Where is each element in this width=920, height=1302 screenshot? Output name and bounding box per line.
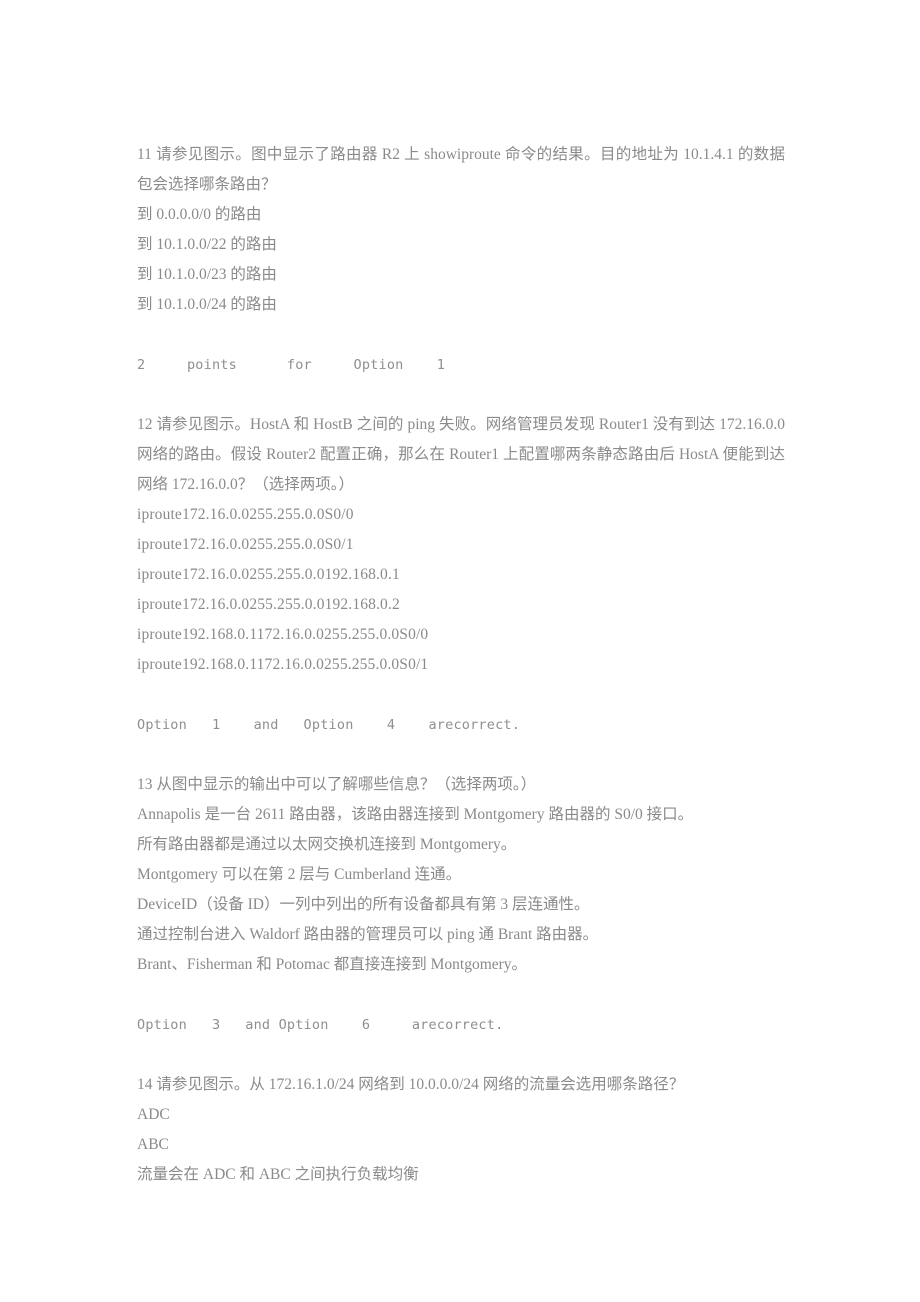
question-13-answer-line: Option 3 and Option 6 arecorrect.	[137, 1017, 504, 1033]
question-12-option-2[interactable]: iproute172.16.0.0255.255.0.0S0/1	[137, 530, 785, 560]
question-13-option-1[interactable]: Annapolis 是一台 2611 路由器，该路由器连接到 Montgomer…	[137, 800, 785, 830]
question-prompt-14: 14 请参见图示。从 172.16.1.0/24 网络到 10.0.0.0/24…	[137, 1076, 685, 1093]
question-block-14: 14 请参见图示。从 172.16.1.0/24 网络到 10.0.0.0/24…	[137, 1070, 785, 1190]
question-11-answer-line: 2 points for Option 1	[137, 357, 446, 373]
question-prompt-12: 12 请参见图示。HostA 和 HostB 之间的 ping 失败。网络管理员…	[137, 416, 785, 493]
document-page: 11 请参见图示。图中显示了路由器 R2 上 showiproute 命令的结果…	[0, 0, 920, 1302]
question-12-answer-line: Option 1 and Option 4 arecorrect.	[137, 717, 521, 733]
question-14-option-1[interactable]: ADC	[137, 1100, 785, 1130]
question-11-option-1[interactable]: 到 0.0.0.0/0 的路由	[137, 200, 785, 230]
question-13-option-3[interactable]: Montgomery 可以在第 2 层与 Cumberland 连通。	[137, 860, 785, 890]
question-13-option-4[interactable]: DeviceID（设备 ID）一列中列出的所有设备都具有第 3 层连通性。	[137, 890, 785, 920]
question-12-option-6[interactable]: iproute192.168.0.1172.16.0.0255.255.0.0S…	[137, 650, 785, 680]
question-11-option-3[interactable]: 到 10.1.0.0/23 的路由	[137, 260, 785, 290]
question-14-option-2[interactable]: ABC	[137, 1130, 785, 1160]
question-block-11: 11 请参见图示。图中显示了路由器 R2 上 showiproute 命令的结果…	[137, 140, 785, 410]
question-12-option-3[interactable]: iproute172.16.0.0255.255.0.0192.168.0.1	[137, 560, 785, 590]
question-13-option-6[interactable]: Brant、Fisherman 和 Potomac 都直接连接到 Montgom…	[137, 950, 785, 980]
question-block-13: 13 从图中显示的输出中可以了解哪些信息？（选择两项。） Annapolis 是…	[137, 770, 785, 1070]
question-prompt-11: 11 请参见图示。图中显示了路由器 R2 上 showiproute 命令的结果…	[137, 146, 785, 193]
question-14-option-3[interactable]: 流量会在 ADC 和 ABC 之间执行负载均衡	[137, 1160, 785, 1190]
question-12-option-5[interactable]: iproute192.168.0.1172.16.0.0255.255.0.0S…	[137, 620, 785, 650]
question-13-option-5[interactable]: 通过控制台进入 Waldorf 路由器的管理员可以 ping 通 Brant 路…	[137, 920, 785, 950]
question-11-option-2[interactable]: 到 10.1.0.0/22 的路由	[137, 230, 785, 260]
question-12-option-1[interactable]: iproute172.16.0.0255.255.0.0S0/0	[137, 500, 785, 530]
question-block-12: 12 请参见图示。HostA 和 HostB 之间的 ping 失败。网络管理员…	[137, 410, 785, 770]
question-12-option-4[interactable]: iproute172.16.0.0255.255.0.0192.168.0.2	[137, 590, 785, 620]
question-prompt-13: 13 从图中显示的输出中可以了解哪些信息？（选择两项。）	[137, 776, 537, 793]
document-body: 11 请参见图示。图中显示了路由器 R2 上 showiproute 命令的结果…	[137, 140, 785, 1190]
question-11-option-4[interactable]: 到 10.1.0.0/24 的路由	[137, 290, 785, 320]
question-13-option-2[interactable]: 所有路由器都是通过以太网交换机连接到 Montgomery。	[137, 830, 785, 860]
